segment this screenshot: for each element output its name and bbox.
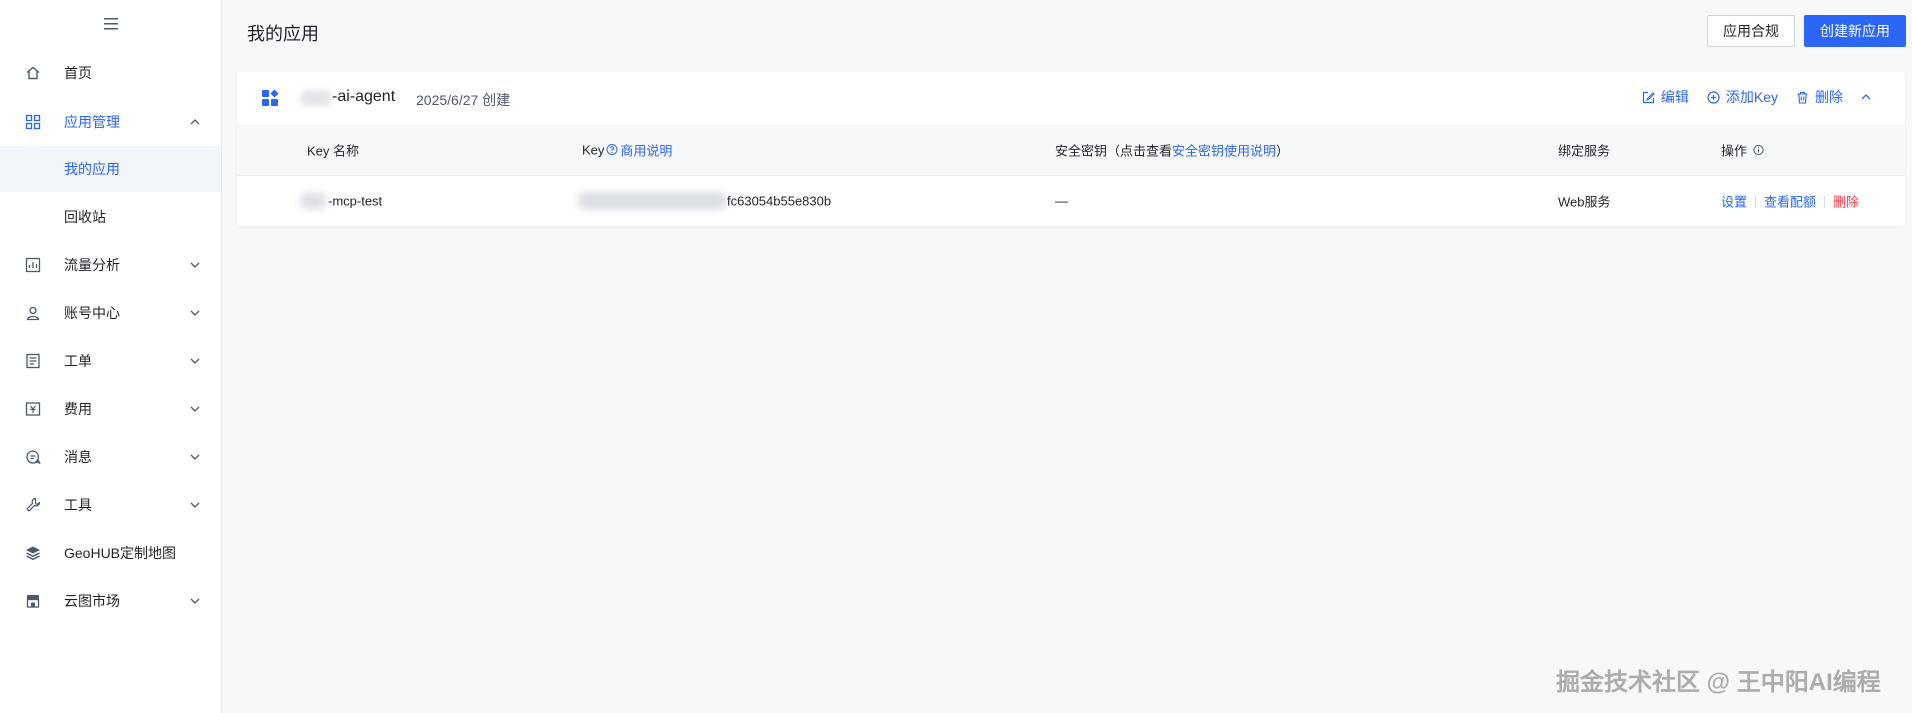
- sidebar-item-cloud-map-market[interactable]: 云图市场: [0, 578, 221, 624]
- view-quota-link[interactable]: 查看配额: [1764, 192, 1816, 211]
- column-header-ops-label: 操作: [1721, 143, 1748, 158]
- key-name-cell: -mcp-test: [328, 193, 383, 209]
- sidebar-item-tickets[interactable]: 工单: [0, 338, 221, 384]
- sidebar-item-label: 我的应用: [64, 161, 120, 177]
- chevron-down-icon: [189, 499, 201, 511]
- redacted-text: [300, 193, 326, 209]
- column-header-secret: 安全密钥（点击查看 安全密钥使用说明）: [1055, 140, 1289, 159]
- ticket-icon: [25, 353, 41, 369]
- secret-usage-link[interactable]: 安全密钥使用说明: [1172, 140, 1276, 159]
- divider: [1755, 195, 1757, 207]
- sidebar-item-label: 费用: [64, 401, 92, 417]
- chevron-up-icon: [1861, 94, 1871, 100]
- sidebar-item-label: 流量分析: [64, 257, 120, 273]
- menu-toggle-icon[interactable]: [100, 14, 122, 34]
- sidebar-item-billing[interactable]: 费用: [0, 386, 221, 432]
- sidebar-item-label: 工单: [64, 353, 92, 369]
- watermark: 掘金技术社区 @ 王中阳AI编程: [1556, 669, 1881, 696]
- sidebar-item-my-apps[interactable]: 我的应用: [0, 146, 221, 192]
- sidebar-item-label: 回收站: [64, 209, 106, 225]
- chevron-down-icon: [189, 307, 201, 319]
- app-card-header: -ai-agent 2025/6/27 创建 编辑 添加Key 删除: [237, 72, 1905, 124]
- sidebar: 首页 应用管理 我的应用 回收站 流量分析 账号中心 工单 费用 消息 工具 G…: [0, 0, 222, 713]
- sidebar-item-app-management[interactable]: 应用管理: [0, 99, 221, 145]
- edit-app-button[interactable]: 编辑: [1642, 87, 1689, 107]
- sidebar-item-label: GeoHUB定制地图: [64, 545, 177, 561]
- redacted-text: [578, 192, 726, 210]
- sidebar-item-home[interactable]: 首页: [0, 50, 221, 96]
- message-icon: [25, 449, 41, 465]
- chevron-down-icon: [189, 355, 201, 367]
- sidebar-item-tools[interactable]: 工具: [0, 482, 221, 528]
- column-header-service: 绑定服务: [1558, 143, 1611, 158]
- help-circle-icon: [606, 144, 618, 155]
- sidebar-item-label: 云图市场: [64, 593, 120, 609]
- chevron-down-icon: [189, 451, 201, 463]
- edit-label: 编辑: [1660, 89, 1689, 105]
- billing-icon: [25, 401, 41, 417]
- column-header-secret-suffix: ）: [1276, 143, 1290, 158]
- sidebar-item-label: 账号中心: [64, 305, 120, 321]
- app-card: -ai-agent 2025/6/27 创建 编辑 添加Key 删除 Key 名…: [237, 72, 1905, 226]
- sidebar-item-label: 首页: [64, 65, 92, 81]
- divider: [1824, 195, 1826, 207]
- page-title: 我的应用: [247, 24, 319, 44]
- delete-app-button[interactable]: 删除: [1796, 87, 1843, 107]
- collapse-button[interactable]: [1861, 94, 1871, 100]
- layers-icon: [25, 545, 41, 561]
- sidebar-item-label: 工具: [64, 497, 92, 513]
- sidebar-item-recycle-bin[interactable]: 回收站: [0, 194, 221, 240]
- chevron-down-icon: [189, 595, 201, 607]
- commercial-note-link[interactable]: 商用说明: [620, 140, 672, 159]
- chart-icon: [25, 257, 41, 273]
- sidebar-item-account-center[interactable]: 账号中心: [0, 290, 221, 336]
- app-compliance-button[interactable]: 应用合规: [1707, 15, 1795, 47]
- column-header-key-label: Key: [582, 142, 605, 157]
- sidebar-item-geohub[interactable]: GeoHUB定制地图: [0, 530, 221, 576]
- add-key-label: 添加Key: [1725, 89, 1778, 105]
- table-row: -mcp-test fc63054b55e830b — Web服务 设置 查看配…: [237, 176, 1905, 226]
- secret-cell: —: [1055, 193, 1068, 209]
- trash-icon: [1797, 91, 1808, 104]
- sidebar-item-label: 应用管理: [64, 114, 120, 130]
- app-grid-icon: [261, 89, 279, 107]
- chevron-down-icon: [189, 403, 201, 415]
- user-icon: [25, 305, 41, 321]
- plus-circle-icon: [1707, 90, 1720, 104]
- home-icon: [25, 65, 41, 81]
- sidebar-item-messages[interactable]: 消息: [0, 434, 221, 480]
- row-actions: 设置 查看配额 删除: [1721, 192, 1859, 211]
- wrench-icon: [25, 497, 41, 513]
- sidebar-item-label: 消息: [64, 449, 92, 465]
- redacted-text: [301, 90, 331, 106]
- column-header-key-name: Key 名称: [307, 143, 360, 158]
- edit-icon: [1642, 91, 1655, 103]
- app-name: -ai-agent: [332, 88, 396, 105]
- grid-icon: [25, 114, 41, 130]
- app-actions: 编辑 添加Key 删除: [1642, 87, 1871, 107]
- app-created-date: 2025/6/27 创建: [416, 92, 511, 108]
- settings-link[interactable]: 设置: [1721, 192, 1747, 211]
- delete-key-link[interactable]: 删除: [1833, 192, 1859, 211]
- column-header-key: Key 商用说明: [582, 140, 672, 159]
- chevron-up-icon: [189, 116, 201, 128]
- delete-label: 删除: [1815, 89, 1843, 105]
- create-app-button[interactable]: 创建新应用: [1804, 15, 1906, 47]
- add-key-button[interactable]: 添加Key: [1707, 87, 1778, 107]
- column-header-ops: 操作: [1721, 140, 1764, 159]
- service-cell: Web服务: [1558, 194, 1611, 210]
- chevron-down-icon: [189, 259, 201, 271]
- column-header-secret-label: 安全密钥（点击查看: [1055, 143, 1173, 158]
- store-icon: [25, 593, 41, 609]
- info-icon: [1753, 144, 1764, 155]
- sidebar-item-traffic-analysis[interactable]: 流量分析: [0, 242, 221, 288]
- table-header: Key 名称 Key 商用说明 安全密钥（点击查看 安全密钥使用说明） 绑定服务 …: [237, 124, 1905, 176]
- key-cell: fc63054b55e830b: [727, 193, 832, 209]
